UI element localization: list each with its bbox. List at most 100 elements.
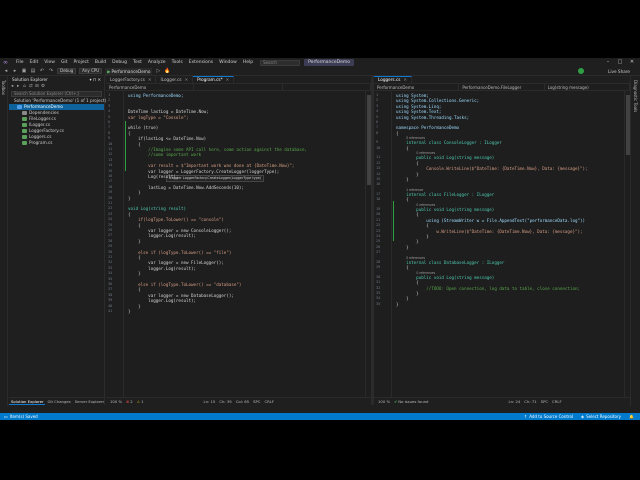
platform-dropdown[interactable]: Any CPU [79, 68, 103, 74]
zoom-level[interactable]: 100 % [378, 399, 390, 404]
search-input[interactable]: Search [260, 59, 301, 66]
line-ending[interactable]: CRLF [264, 399, 274, 404]
run-button[interactable]: ▶ PerformanceDemo [105, 67, 153, 75]
notifications-icon[interactable]: 🔔 [629, 414, 634, 419]
code-line: using System.Linq; [396, 103, 442, 109]
editor-tabs: LoggerFactory.cs ✕ ILogger.cs ✕ Program.cs* ✕ [106, 76, 371, 84]
new-item-icon[interactable]: ▣ [21, 68, 27, 74]
zoom-level[interactable]: 100 % [110, 399, 122, 404]
menu-item-debug[interactable]: Debug [109, 60, 130, 65]
indent-mode[interactable]: SPC [541, 399, 548, 404]
line-number: 16 [108, 174, 113, 178]
toolbox-tab[interactable]: Toolbox [1, 80, 6, 95]
line-number: 18 [108, 184, 113, 189]
line-number: 5 [108, 114, 111, 119]
code-line: var result = $"Important work was done a… [128, 163, 295, 169]
configuration-dropdown[interactable]: Debug [57, 68, 77, 74]
code-line: { [396, 265, 409, 271]
nav-dropdown[interactable]: PerformanceDemo [106, 84, 195, 90]
play-icon: ▶ [107, 68, 111, 74]
add-to-source-control[interactable]: Add to Source Control [529, 414, 573, 419]
menu-item-extensions[interactable]: Extensions [186, 60, 216, 65]
saved-icon: ▭ [4, 414, 8, 419]
editor-tab[interactable]: ILogger.cs ✕ [156, 76, 194, 84]
solution-explorer-search[interactable]: Search Solution Explorer (Ctrl+;) [11, 91, 102, 97]
code-line: } [128, 271, 141, 277]
char-number: Ch: 39 [219, 399, 232, 404]
line-number: 27 [376, 250, 381, 255]
close-icon[interactable]: ✕ [185, 76, 189, 84]
close-icon[interactable]: ✕ [403, 76, 407, 84]
select-repository[interactable]: Select Repository [586, 414, 621, 419]
menu-item-analyze[interactable]: Analyze [145, 60, 169, 65]
warning-icon: ⚠ [136, 399, 141, 404]
start-without-debug-icon[interactable]: ▷ [155, 68, 161, 74]
menu-item-view[interactable]: View [41, 60, 58, 65]
line-number: 10 [108, 141, 113, 146]
line-number: Ln: 24 [508, 399, 521, 404]
maximize-icon[interactable]: □ [614, 58, 626, 67]
nav-dropdown[interactable]: PerformanceDemo.FileLogger [459, 84, 545, 90]
line-number: 11 [108, 147, 113, 151]
nav-dropdown[interactable]: Log(string message) [545, 84, 630, 90]
nav-dropdown[interactable] [194, 84, 283, 90]
issues-status[interactable]: No issues found [398, 399, 428, 404]
tab-git-changes[interactable]: Git Changes [45, 398, 72, 405]
code-line: using PerformanceDemo; [128, 93, 184, 98]
menu-item-file[interactable]: File [13, 60, 27, 65]
line-number: 14 [376, 171, 381, 176]
menu-item-edit[interactable]: Edit [27, 60, 42, 65]
hot-reload-icon[interactable]: 🔥 [164, 68, 170, 74]
close-icon[interactable]: ✕ [226, 76, 230, 84]
line-number: 25 [108, 222, 113, 227]
menu-item-window[interactable]: Window [216, 60, 240, 65]
navigation-bar: PerformanceDemo [106, 84, 371, 91]
tab-server-explorer[interactable]: Server Explorer [73, 398, 106, 405]
line-number: 35 [376, 301, 381, 306]
tree-item[interactable]: Program.cs [9, 140, 104, 146]
close-icon[interactable]: ✕ [626, 58, 638, 67]
menu-item-build[interactable]: Build [92, 60, 109, 65]
code-line: logger.Log(result); [128, 298, 197, 304]
line-number: 1 [108, 93, 111, 97]
settings-icon[interactable]: ⚙ [41, 84, 47, 89]
back-icon[interactable]: ◂ [3, 68, 9, 74]
redo-icon[interactable]: ↷ [48, 68, 54, 74]
menu-item-git[interactable]: Git [58, 60, 71, 65]
error-count[interactable]: 2 [130, 399, 132, 404]
line-number: 17 [376, 192, 381, 196]
warning-count[interactable]: 1 [141, 399, 143, 404]
tab-solution-explorer[interactable]: Solution Explorer [9, 398, 46, 405]
line-ending[interactable]: CRLF [552, 399, 562, 404]
change-marker [125, 121, 126, 171]
solution-tree: Solution 'PerformanceDemo' (1 of 1 proje… [9, 98, 106, 146]
forward-icon[interactable]: ▸ [12, 68, 18, 74]
menu-item-project[interactable]: Project [70, 60, 91, 65]
close-icon[interactable]: ✕ [148, 76, 152, 84]
menu-item-test[interactable]: Test [130, 60, 145, 65]
minimize-icon[interactable]: – [602, 58, 614, 67]
line-number: 7 [376, 125, 379, 130]
editor-tab[interactable]: LoggerFactory.cs ✕ [106, 76, 157, 84]
code-area[interactable]: 1 using PerformanceDemo; 2 3 4 DateTime lastL… [106, 91, 371, 397]
avatar[interactable] [578, 68, 584, 74]
solution-title: PerformanceDemo [304, 59, 355, 66]
line-number: 3 [108, 103, 111, 108]
editor-tab[interactable]: Program.cs* ✕ [193, 76, 235, 84]
main-toolbar: ◂ ▸ ▣ ▤ ↶ ↷ Debug Any CPU ▶ PerformanceDe… [0, 67, 640, 76]
nav-dropdown[interactable]: PerformanceDemo [374, 84, 460, 90]
line-number: 17 [108, 179, 113, 184]
live-share-button[interactable]: Live Share [608, 69, 630, 74]
undo-icon[interactable]: ↶ [39, 68, 45, 74]
line-number: 21 [376, 217, 381, 222]
save-icon[interactable]: ▤ [30, 68, 36, 74]
indent-mode[interactable]: SPC [253, 399, 260, 404]
menu-item-tools[interactable]: Tools [169, 60, 186, 65]
code-area[interactable]: 1 using System; 2 using System.Collections.… [374, 91, 630, 397]
diagnostic-tools-tab[interactable]: Diagnostic Tools [633, 80, 638, 112]
editor-tab[interactable]: Loggers.cs ✕ [374, 76, 412, 83]
nav-dropdown[interactable] [283, 84, 371, 90]
pane-options-icon[interactable]: ▾ ⊓ ✕ [89, 76, 101, 83]
line-number: 28 [108, 238, 113, 243]
menu-item-help[interactable]: Help [240, 60, 256, 65]
